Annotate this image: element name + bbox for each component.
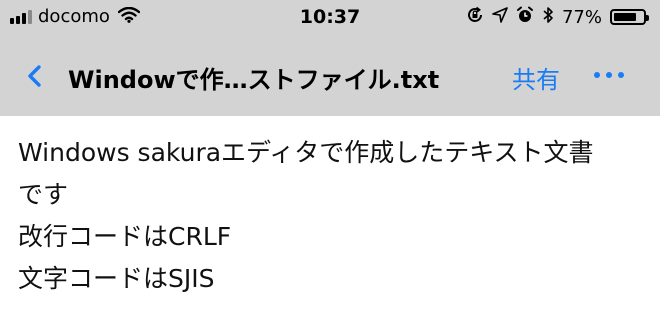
chevron-left-icon[interactable] — [24, 60, 46, 92]
status-bar: docomo 10:37 77% — [0, 0, 660, 38]
alarm-icon — [516, 6, 534, 28]
more-icon[interactable] — [594, 72, 624, 78]
app-header: docomo 10:37 77% Windowで作…ストファイル.txt 共有 — [0, 0, 660, 116]
text-line: 改行コードはCRLF — [18, 222, 232, 251]
document-text: Windows sakuraエディタで作成したテキスト文書 です 改行コードはC… — [0, 116, 660, 300]
rotation-lock-icon — [466, 6, 484, 28]
status-right: 77% — [466, 6, 649, 28]
battery-level-fill — [614, 13, 636, 21]
document-title: Windowで作…ストファイル.txt — [68, 66, 440, 94]
text-line: です — [18, 180, 69, 209]
battery-icon — [610, 9, 649, 25]
location-icon — [492, 7, 508, 27]
navigation-bar: Windowで作…ストファイル.txt 共有 — [0, 38, 660, 116]
share-button[interactable]: 共有 — [512, 60, 560, 95]
document-content: Windows sakuraエディタで作成したテキスト文書 です 改行コードはC… — [0, 116, 660, 320]
text-line: Windows sakuraエディタで作成したテキスト文書 — [18, 138, 594, 167]
text-line: 文字コードはSJIS — [18, 264, 215, 293]
battery-percent: 77% — [561, 6, 602, 28]
bluetooth-icon — [542, 6, 554, 28]
